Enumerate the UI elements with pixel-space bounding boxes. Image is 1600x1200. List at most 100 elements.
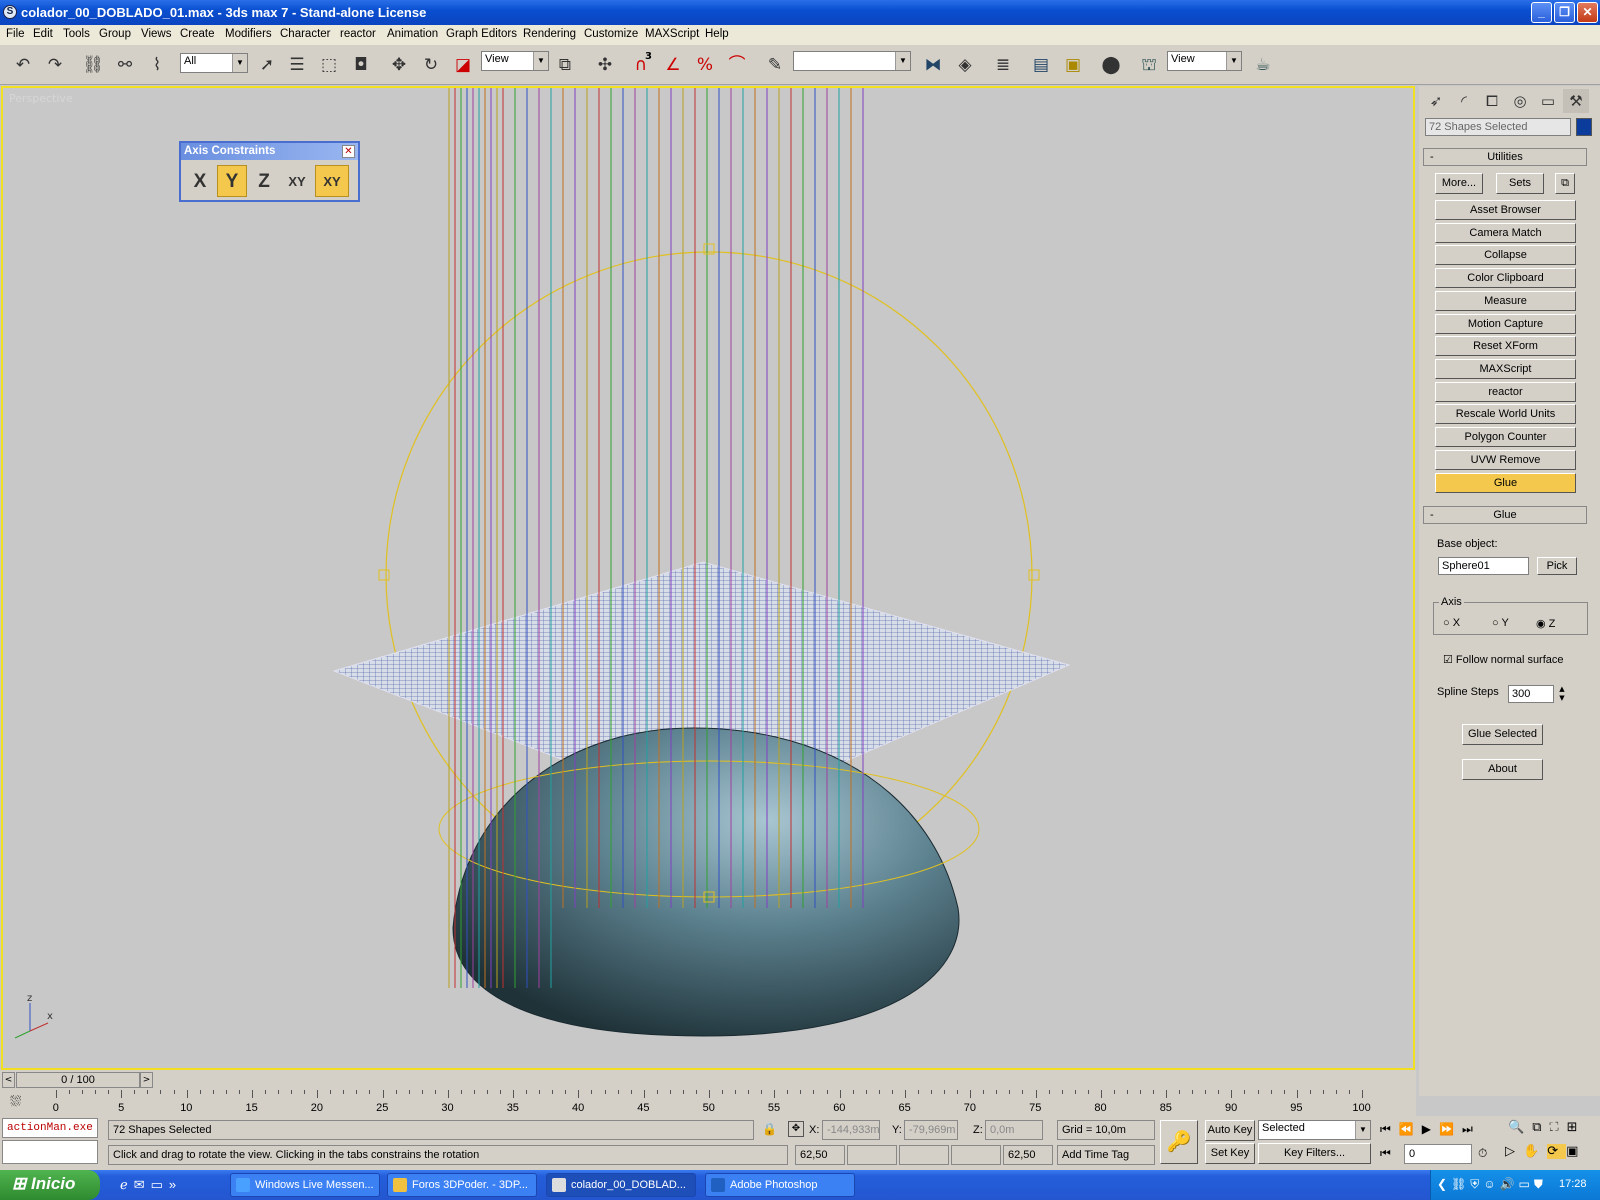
base-object-field[interactable]: Sphere01 [1438,557,1529,575]
unlink-icon[interactable]: ⚯ [112,52,138,78]
glue-selected-button[interactable]: Glue Selected [1462,724,1543,745]
maximize-viewport-icon[interactable]: ▣ [1566,1144,1586,1159]
selection-filter-dropdown[interactable]: All ▼ [180,53,248,73]
menu-edit[interactable]: Edit [33,28,53,40]
display-icon[interactable]: ▭ [1519,1177,1534,1191]
reference-coordinate-dropdown[interactable]: View ▼ [481,51,549,71]
axis-xy-cycle-button[interactable]: XY [315,165,349,197]
lock-icon[interactable]: 🔒 [762,1122,777,1136]
axis-constraints-title[interactable]: Axis Constraints [181,143,358,160]
start-button[interactable]: ⊞ Inicio [0,1170,100,1200]
zoom-extents-icon[interactable]: ⛶ [1549,1120,1566,1135]
menu-character[interactable]: Character [280,28,331,40]
task-foros-3dpoder[interactable]: Foros 3DPoder. - 3DP... [387,1173,537,1197]
track-bar[interactable]: ⛆ 0 5 10 15 20 25 30 35 40 45 50 55 60 65 70 75 80 85 90 95… [0,1090,1416,1116]
select-by-name-icon[interactable]: ☰ [284,52,310,78]
back-arrow-icon[interactable]: ❮ [1437,1177,1451,1191]
utility-motion-capture[interactable]: Motion Capture [1435,314,1576,334]
task-photoshop[interactable]: Adobe Photoshop [705,1173,855,1197]
utilities-rollout-header[interactable]: - Utilities [1423,148,1587,166]
next-key-icon[interactable]: ⏩ [1439,1122,1462,1136]
utility-measure[interactable]: Measure [1435,291,1576,311]
axis-x-radio[interactable]: ○ X [1443,617,1460,629]
window-crossing-icon[interactable]: ◘ [348,52,374,78]
motion-tab-icon[interactable]: ◎ [1507,89,1533,113]
menu-customize[interactable]: Customize [584,28,638,40]
glue-rollout-header[interactable]: - Glue [1423,506,1587,524]
z-coord-field[interactable]: 0,0m [985,1120,1043,1140]
axis-z-radio[interactable]: ◉ Z [1536,617,1555,630]
menu-graph-editors[interactable]: Graph Editors [446,28,517,40]
sets-button[interactable]: Sets [1496,173,1544,194]
layer-manager-icon[interactable]: ≣ [990,52,1016,78]
maxscript-listener-bottom[interactable] [2,1140,98,1164]
select-object-icon[interactable]: ➚ [254,52,280,78]
axis-xy-button[interactable]: XY [281,165,313,197]
utility-maxscript[interactable]: MAXScript [1435,359,1576,379]
utility-rescale-world-units[interactable]: Rescale World Units [1435,404,1576,424]
undo-icon[interactable]: ↶ [10,52,36,78]
zoom-icon[interactable]: 🔍 [1508,1120,1532,1135]
menu-group[interactable]: Group [99,28,131,40]
menu-maxscript[interactable]: MAXScript [645,28,699,40]
more-button[interactable]: More... [1435,173,1483,194]
set-key-icon[interactable]: 🔑 [1160,1120,1198,1164]
spline-steps-field[interactable]: 300 [1508,685,1554,703]
axis-x-button[interactable]: X [185,165,215,197]
ie-icon[interactable]: ℯ [120,1177,134,1192]
spline-steps-spinner[interactable]: ▲ ▼ [1557,685,1567,703]
previous-key-icon[interactable]: ⏪ [1399,1122,1422,1136]
menu-file[interactable]: File [6,28,25,40]
auto-key-button[interactable]: Auto Key [1205,1120,1255,1141]
utility-reactor[interactable]: reactor [1435,382,1576,402]
minimize-button[interactable]: _ [1531,2,1552,23]
scale-icon[interactable]: ◪ [450,52,476,78]
utility-glue[interactable]: Glue [1435,473,1576,493]
display-tab-icon[interactable]: ▭ [1535,89,1561,113]
next-frame-icon[interactable]: > [140,1072,153,1088]
utility-reset-xform[interactable]: Reset XForm [1435,336,1576,356]
maximize-button[interactable]: ❐ [1554,2,1575,23]
edit-named-selection-icon[interactable]: ✎ [762,52,788,78]
pick-button[interactable]: Pick [1537,557,1577,575]
time-slider-thumb[interactable]: 0 / 100 [16,1072,140,1088]
bind-space-warp-icon[interactable]: ⌇ [144,52,170,78]
redo-icon[interactable]: ↷ [42,52,68,78]
task-windows-live-messenger[interactable]: Windows Live Messen... [230,1173,380,1197]
angle-snap-icon[interactable]: ∠ [660,52,686,78]
menu-modifiers[interactable]: Modifiers [225,28,272,40]
menu-create[interactable]: Create [180,28,215,40]
utility-uvw-remove[interactable]: UVW Remove [1435,450,1576,470]
material-editor-icon[interactable]: ⬤ [1098,52,1124,78]
render-type-dropdown[interactable]: View ▼ [1167,51,1242,71]
x-coord-field[interactable]: -144,933m [822,1120,880,1140]
key-mode-dropdown[interactable]: Selected ▼ [1258,1120,1371,1140]
maxscript-listener-top[interactable]: actionMan.exe [2,1118,98,1138]
curve-editor-icon[interactable]: ▤ [1028,52,1054,78]
select-and-link-icon[interactable]: ⛓ [80,52,106,78]
about-button[interactable]: About [1462,759,1543,780]
create-tab-icon[interactable]: ➶ [1423,89,1449,113]
go-to-end-icon[interactable]: ⏭ [1462,1122,1481,1136]
menu-animation[interactable]: Animation [387,28,438,40]
rotate-icon[interactable]: ↻ [418,52,444,78]
axis-z-button[interactable]: Z [249,165,279,197]
zoom-all-icon[interactable]: ⧉ [1532,1120,1549,1135]
menu-help[interactable]: Help [705,28,729,40]
time-config-icon[interactable]: ⏱ [1478,1146,1487,1161]
spinner-snap-icon[interactable]: ⌒ [724,52,750,78]
close-icon[interactable]: ✕ [342,145,355,158]
manipulate-icon[interactable]: ✣ [592,52,618,78]
utility-camera-match[interactable]: Camera Match [1435,223,1576,243]
selection-name-field[interactable]: 72 Shapes Selected [1425,118,1571,136]
menu-views[interactable]: Views [141,28,171,40]
mirror-icon[interactable]: ⧓ [920,52,946,78]
field-of-view-icon[interactable]: ▷ [1505,1144,1523,1159]
pivot-center-icon[interactable]: ⧉ [552,52,578,78]
percent-snap-icon[interactable]: % [692,52,718,78]
perspective-viewport[interactable]: Perspective z x [1,86,1415,1070]
messenger-tray-icon[interactable]: ☺ [1483,1177,1499,1191]
utility-polygon-counter[interactable]: Polygon Counter [1435,427,1576,447]
utility-color-clipboard[interactable]: Color Clipboard [1435,268,1576,288]
utility-asset-browser[interactable]: Asset Browser [1435,200,1576,220]
